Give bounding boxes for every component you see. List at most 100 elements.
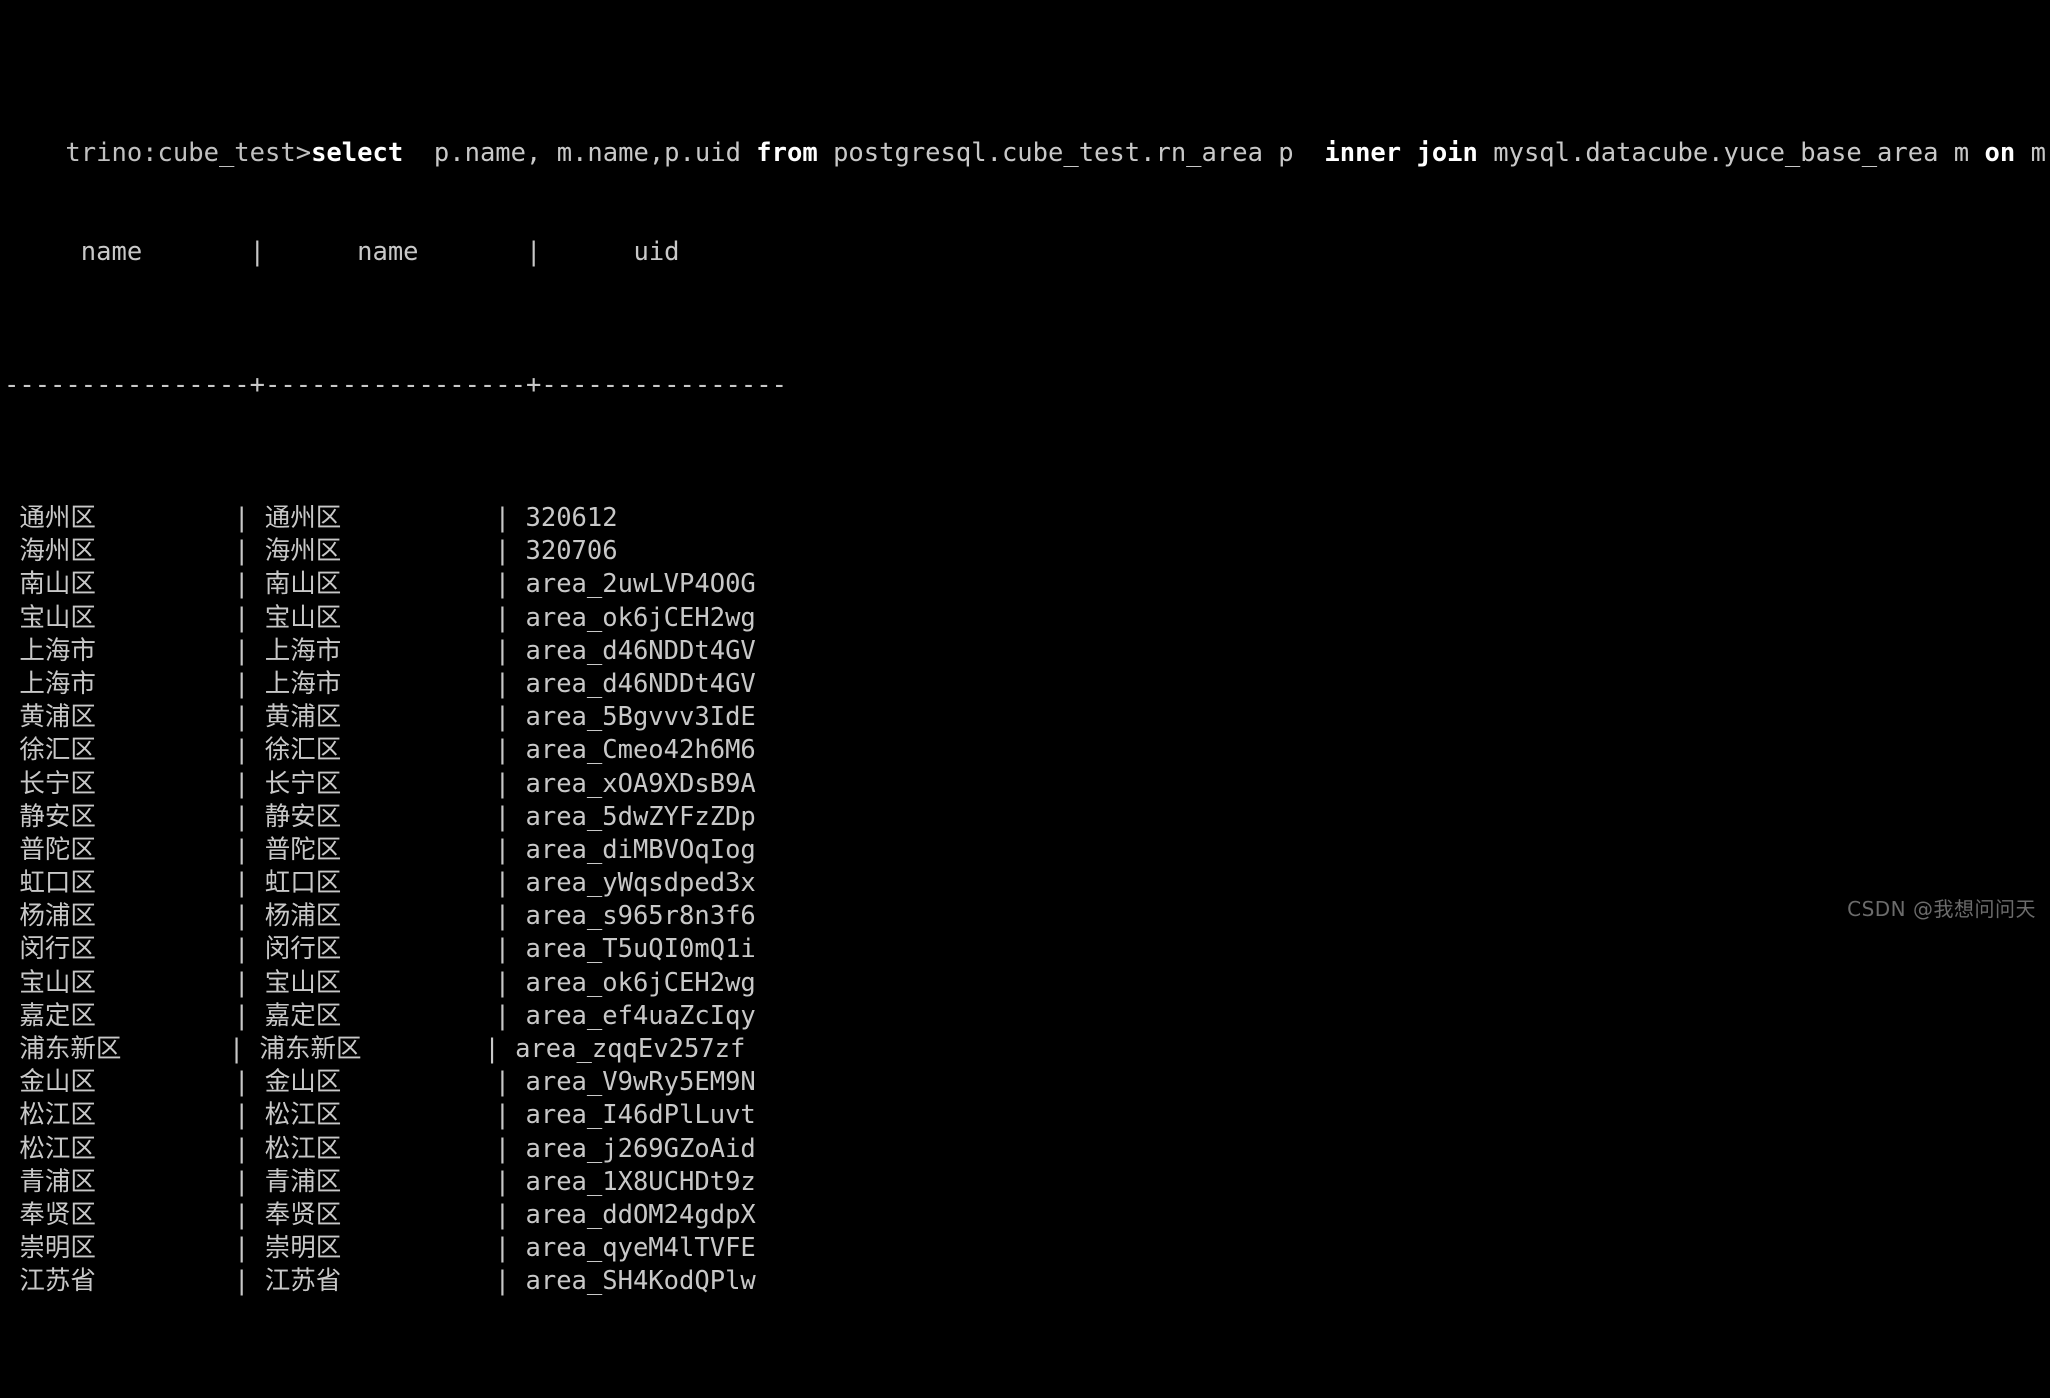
column-separator: | [234, 967, 250, 998]
column-separator: | [494, 834, 511, 865]
column-separator: | [526, 237, 542, 268]
table-row: 上海市 | 上海市 | area_d46NDDt4GV [4, 635, 2050, 668]
column-separator: | [234, 702, 250, 733]
column-separator: | [494, 1100, 511, 1131]
column-separator: | [494, 967, 511, 998]
column-header-p-name: name [4, 237, 250, 268]
column-separator: | [494, 1199, 511, 1230]
column-separator: | [234, 635, 250, 666]
cell-m-name: 徐汇区 [249, 735, 495, 766]
cell-m-name: 松江区 [249, 1133, 495, 1164]
column-separator: | [234, 768, 250, 799]
cell-m-name: 通州区 [249, 503, 495, 533]
column-separator: | [234, 1100, 250, 1131]
cell-m-name: 浦东新区 [244, 1034, 485, 1064]
cell-p-name: 宝山区 [4, 967, 235, 998]
terminal-window[interactable]: trino:cube_test>select p.name, m.name,p.… [0, 0, 2050, 1296]
table-row: 奉贤区 | 奉贤区 | area_ddOM24gdpX [4, 1199, 2050, 1232]
cell-uid: area_xOA9XDsB9A [510, 768, 756, 799]
cell-uid: area_s965r8n3f6 [510, 901, 756, 932]
cell-uid: area_d46NDDt4GV [510, 668, 756, 699]
cell-p-name: 青浦区 [4, 1166, 235, 1197]
cell-uid: area_ddOM24gdpX [510, 1199, 756, 1230]
table-row: 徐汇区 | 徐汇区 | area_Cmeo42h6M6 [4, 734, 2050, 767]
column-separator: | [234, 868, 250, 899]
column-header-m-name: name [265, 237, 526, 268]
cell-uid: area_diMBVOqIog [510, 834, 756, 865]
table-row: 虹口区 | 虹口区 | area_yWqsdped3x [4, 867, 2050, 900]
sql-text: m.name = p.name ; [2030, 137, 2050, 168]
cell-uid: area_SH4KodQPlw [510, 1266, 756, 1297]
cell-m-name: 长宁区 [249, 768, 495, 799]
cell-p-name: 松江区 [4, 1100, 235, 1131]
table-body: 通州区 | 通州区 | 320612 海州区 | 海州区 | 320706 南山… [4, 502, 2050, 1299]
cell-uid: area_5Bgvvv3IdE [510, 702, 756, 733]
cell-m-name: 上海市 [249, 635, 495, 666]
cell-uid: area_Cmeo42h6M6 [510, 735, 756, 766]
cell-p-name: 普陀区 [4, 834, 235, 865]
table-row: 闵行区 | 闵行区 | area_T5uQI0mQ1i [4, 933, 2050, 966]
cell-uid: 320612 [510, 503, 618, 533]
cell-uid: area_2uwLVP4O0G [510, 569, 756, 600]
cell-m-name: 普陀区 [249, 834, 495, 865]
column-separator: | [494, 901, 511, 932]
column-separator: | [494, 735, 511, 766]
cell-m-name: 嘉定区 [249, 1000, 495, 1031]
sql-keyword: inner join [1324, 137, 1478, 168]
table-row: 青浦区 | 青浦区 | area_1X8UCHDt9z [4, 1166, 2050, 1199]
table-row: 江苏省 | 江苏省 | area_SH4KodQPlw [4, 1265, 2050, 1298]
cell-p-name: 嘉定区 [4, 1000, 235, 1031]
cell-m-name: 南山区 [249, 569, 495, 600]
cell-p-name: 闵行区 [4, 934, 235, 965]
sql-keyword: from [756, 137, 818, 168]
table-row: 松江区 | 松江区 | area_I46dPlLuvt [4, 1099, 2050, 1132]
cell-p-name: 上海市 [4, 668, 235, 699]
column-separator: | [234, 1266, 250, 1297]
column-separator: | [234, 1166, 250, 1197]
sql-text: p.name, m.name,p.uid [403, 137, 757, 168]
column-separator: | [494, 1233, 511, 1264]
table-row: 嘉定区 | 嘉定区 | area_ef4uaZcIqy [4, 1000, 2050, 1033]
cell-p-name: 金山区 [4, 1067, 235, 1098]
table-row: 普陀区 | 普陀区 | area_diMBVOqIog [4, 834, 2050, 867]
cell-m-name: 海州区 [249, 536, 495, 567]
column-header-uid: uid [541, 237, 772, 268]
column-separator: | [228, 1034, 245, 1064]
cell-uid: 320706 [510, 536, 618, 567]
table-row: 松江区 | 松江区 | area_j269GZoAid [4, 1133, 2050, 1166]
column-separator: | [494, 569, 511, 600]
column-separator: | [494, 635, 511, 666]
column-separator: | [234, 602, 250, 633]
cell-p-name: 海州区 [4, 536, 235, 567]
column-separator: | [234, 735, 250, 766]
cell-uid: area_V9wRy5EM9N [510, 1067, 756, 1098]
cell-m-name: 上海市 [249, 668, 495, 699]
cell-uid: area_ok6jCEH2wg [510, 602, 756, 633]
cell-uid: area_5dwZYFzZDp [510, 801, 756, 832]
cell-m-name: 江苏省 [249, 1266, 495, 1297]
cell-m-name: 宝山区 [249, 967, 495, 998]
cell-uid: area_ef4uaZcIqy [510, 1000, 756, 1031]
column-separator: | [234, 1199, 250, 1230]
column-separator: | [484, 1034, 500, 1064]
cell-p-name: 长宁区 [4, 768, 235, 799]
cell-p-name: 虹口区 [4, 868, 235, 899]
cell-m-name: 金山区 [249, 1067, 495, 1098]
table-row: 金山区 | 金山区 | area_V9wRy5EM9N [4, 1066, 2050, 1099]
table-row: 上海市 | 上海市 | area_d46NDDt4GV [4, 668, 2050, 701]
column-separator: | [494, 1166, 511, 1197]
cell-m-name: 宝山区 [249, 602, 495, 633]
column-separator: | [234, 668, 250, 699]
column-separator: | [234, 801, 250, 832]
sql-query: select p.name, m.name,p.uid from postgre… [311, 138, 2050, 168]
column-separator: | [234, 901, 250, 932]
cell-uid: area_yWqsdped3x [510, 868, 756, 899]
shell-prompt: trino:cube_test> [65, 137, 312, 168]
sql-text: mysql.datacube.yuce_base_area m [1477, 137, 1985, 168]
column-separator: | [234, 934, 250, 965]
sql-keyword: select [311, 137, 404, 168]
column-separator: | [494, 536, 511, 567]
column-separator: | [234, 536, 250, 567]
column-separator: | [234, 1233, 250, 1264]
cell-m-name: 奉贤区 [249, 1199, 495, 1230]
